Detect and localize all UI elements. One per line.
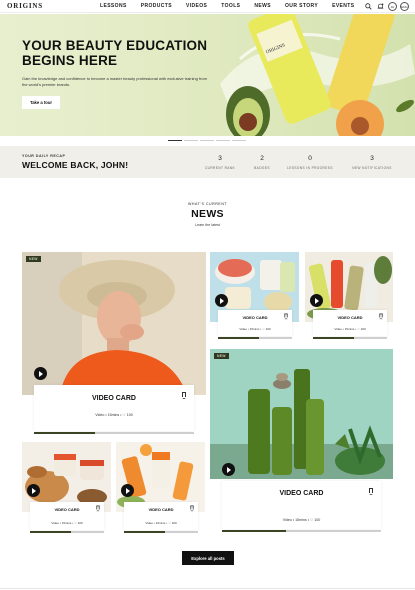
stat-value: 0	[308, 155, 312, 162]
news-subtitle[interactable]: Learn the latest	[0, 223, 415, 227]
menu-item-events[interactable]: EVENTS	[332, 3, 354, 9]
card-progress-bar	[313, 337, 387, 339]
news-section-header: WHAT'S CURRENT NEWS Learn the latest	[0, 202, 415, 227]
card-info-panel: VIDEO CARD Video • 15mins • ♡ 100	[30, 502, 104, 530]
bookmark-icon[interactable]	[369, 488, 374, 495]
progress-fill	[222, 530, 286, 532]
play-icon[interactable]	[310, 294, 323, 307]
card-title[interactable]: VIDEO CARD	[30, 507, 104, 512]
bookmark-icon[interactable]	[284, 313, 288, 319]
hero-product-image: ORIGINS	[210, 14, 415, 136]
bell-icon[interactable]	[376, 2, 385, 11]
slide-dot[interactable]	[216, 140, 230, 141]
footer-divider	[0, 588, 415, 589]
user-avatar[interactable]: JH	[388, 2, 397, 11]
card-title[interactable]: VIDEO CARD	[34, 395, 194, 402]
card-meta: Video • 15mins • ♡ 100	[282, 518, 321, 522]
video-card[interactable]: VIDEO CARD Video • 15mins • ♡ 100	[22, 442, 111, 538]
hero-title: YOUR BEAUTY EDUCATION BEGINS HERE	[22, 38, 208, 68]
welcome-heading: WELCOME BACK, JOHN!	[22, 160, 129, 170]
card-progress-bar	[34, 432, 194, 434]
slide-dot[interactable]	[168, 140, 182, 141]
progress-fill	[218, 337, 259, 339]
menu-item-lessons[interactable]: LESSONS	[100, 3, 127, 9]
progress-fill	[313, 337, 354, 339]
card-title[interactable]: VIDEO CARD	[313, 315, 387, 320]
play-icon[interactable]	[27, 484, 40, 497]
card-progress-bar	[124, 531, 198, 533]
card-meta: Video • 10mins • ♡ 100	[145, 521, 177, 525]
play-icon[interactable]	[215, 294, 228, 307]
bookmark-icon[interactable]	[182, 392, 187, 399]
stat-new-notifications: 3 NEW NOTIFICATIONS	[342, 155, 402, 170]
card-image-woman-portrait	[22, 252, 206, 395]
hero-banner: YOUR BEAUTY EDUCATION BEGINS HERE Gain t…	[0, 14, 415, 136]
menu-item-news[interactable]: NEWS	[254, 3, 271, 9]
video-card[interactable]: NEW VIDEO CARD Video • 15mins • ♡ 100	[22, 252, 206, 436]
card-progress-bar	[30, 531, 104, 533]
card-info-panel: VIDEO CARD Video • 15mins • ♡ 100	[222, 481, 381, 529]
slide-dot[interactable]	[200, 140, 214, 141]
menu-item-videos[interactable]: VIDEOS	[186, 3, 207, 9]
news-title: NEWS	[191, 208, 224, 220]
stat-label: LESSONS IN PROGRESS	[287, 166, 333, 170]
progress-fill	[30, 531, 71, 533]
bookmark-icon[interactable]	[379, 313, 383, 319]
take-tour-button[interactable]: Take a tour	[22, 96, 60, 109]
daily-recap-bar: YOUR DAILY RECAP WELCOME BACK, JOHN! 3 C…	[0, 146, 415, 178]
card-info-panel: VIDEO CARD Video • 15mins • ♡ 100	[218, 310, 292, 336]
card-info-panel: VIDEO CARD Video • 15mins • ♡ 100	[313, 310, 387, 336]
new-tag: NEW	[26, 256, 41, 262]
card-info-panel: VIDEO CARD Video • 10mins • ♡ 100	[124, 502, 198, 530]
slide-dot[interactable]	[184, 140, 198, 141]
hero-subtitle: Gain the knowledge and confidence to bec…	[22, 76, 207, 87]
progress-fill	[34, 432, 95, 434]
card-meta: Video • 15mins • ♡ 100	[334, 327, 366, 331]
menu-item-our-story[interactable]: OUR STORY	[285, 3, 318, 9]
recap-kicker: YOUR DAILY RECAP	[22, 154, 66, 158]
hero-slider-indicator[interactable]	[168, 140, 248, 141]
explore-all-posts-button[interactable]: Explore all posts	[182, 551, 234, 565]
video-card[interactable]: VIDEO CARD Video • 10mins • ♡ 100	[116, 442, 205, 538]
bookmark-icon[interactable]	[96, 505, 100, 511]
card-title[interactable]: VIDEO CARD	[218, 315, 292, 320]
brand-logo[interactable]: ORIGINS	[7, 2, 43, 10]
card-title[interactable]: VIDEO CARD	[124, 507, 198, 512]
new-tag: NEW	[214, 353, 229, 359]
play-icon[interactable]	[222, 463, 235, 476]
card-info-panel: VIDEO CARD Video • 15mins • ♡ 100	[34, 385, 194, 431]
card-meta: Video • 15mins • ♡ 100	[239, 327, 271, 331]
language-selector[interactable]: ENG	[400, 2, 409, 11]
video-card[interactable]: NEW VIDEO CARD Video • 15mins • ♡ 100	[210, 349, 393, 539]
bookmark-icon[interactable]	[190, 505, 194, 511]
main-menu: LESSONS PRODUCTS VIDEOS TOOLS NEWS OUR S…	[100, 3, 368, 9]
card-title[interactable]: VIDEO CARD	[222, 490, 381, 497]
stat-lessons-in-progress: 0 LESSONS IN PROGRESS	[280, 155, 340, 170]
search-icon[interactable]	[364, 2, 373, 11]
slide-dot[interactable]	[232, 140, 246, 141]
video-card[interactable]: VIDEO CARD Video • 15mins • ♡ 100	[210, 252, 299, 344]
card-image-green-bottles	[210, 349, 393, 479]
play-icon[interactable]	[34, 367, 47, 380]
top-nav: ORIGINS LESSONS PRODUCTS VIDEOS TOOLS NE…	[0, 0, 415, 13]
stat-label: NEW NOTIFICATIONS	[352, 166, 392, 170]
card-progress-bar	[222, 530, 381, 532]
nav-actions: JH ENG	[361, 2, 409, 11]
progress-fill	[124, 531, 165, 533]
stat-value: 3	[370, 155, 374, 162]
menu-item-products[interactable]: PRODUCTS	[141, 3, 172, 9]
card-meta: Video • 15mins • ♡ 100	[51, 521, 83, 525]
menu-item-tools[interactable]: TOOLS	[221, 3, 240, 9]
play-icon[interactable]	[121, 484, 134, 497]
video-card[interactable]: VIDEO CARD Video • 15mins • ♡ 100	[305, 252, 393, 344]
card-progress-bar	[218, 337, 292, 339]
card-meta: Video • 15mins • ♡ 100	[95, 413, 133, 417]
news-kicker: WHAT'S CURRENT	[188, 202, 227, 206]
